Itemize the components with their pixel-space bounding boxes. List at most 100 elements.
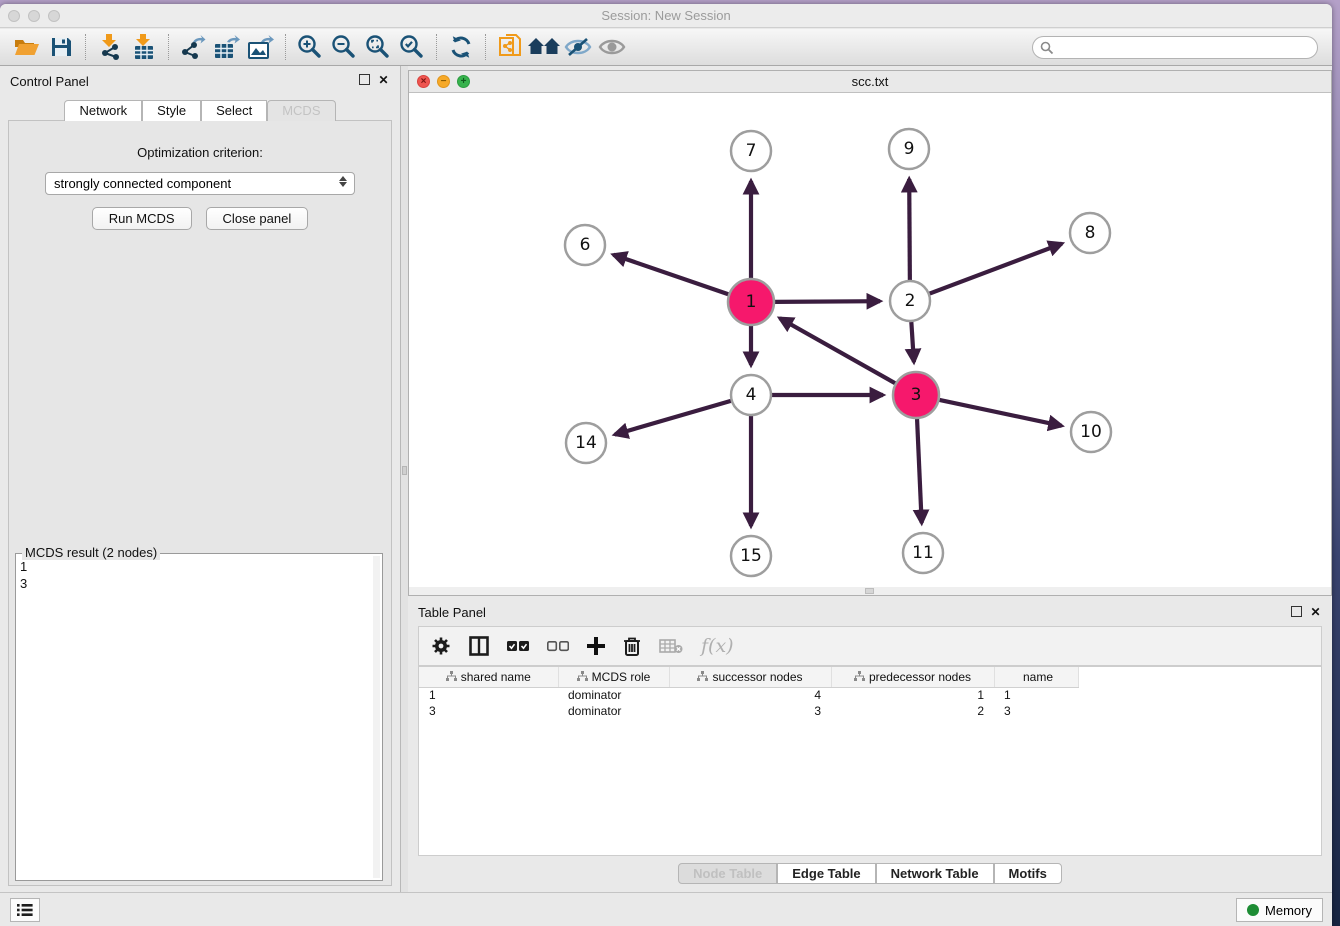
column-header-successor-nodes[interactable]: successor nodes — [669, 667, 831, 687]
graph-node-7[interactable]: 7 — [731, 131, 771, 171]
graph-node-15[interactable]: 15 — [731, 536, 771, 576]
cell-predecessor-nodes[interactable]: 2 — [831, 703, 994, 719]
column-view-icon[interactable] — [469, 636, 489, 656]
tab-motifs[interactable]: Motifs — [994, 863, 1062, 884]
show-result-icon[interactable] — [595, 32, 629, 62]
graph-node-9[interactable]: 9 — [889, 129, 929, 169]
edge-2-3[interactable] — [911, 322, 914, 362]
clone-network-icon[interactable] — [493, 32, 527, 62]
graph-node-2[interactable]: 2 — [890, 281, 930, 321]
table-panel-float-icon[interactable] — [1291, 606, 1302, 617]
edge-1-6[interactable] — [613, 255, 728, 294]
refresh-icon[interactable] — [444, 32, 478, 62]
control-panel-tabs: NetworkStyleSelectMCDS — [0, 100, 400, 121]
edge-2-9[interactable] — [909, 179, 910, 280]
svg-text:15: 15 — [740, 546, 762, 566]
cell-successor-nodes[interactable]: 4 — [669, 687, 831, 703]
mcds-home-icon[interactable] — [527, 32, 561, 62]
graph-node-14[interactable]: 14 — [566, 423, 606, 463]
column-header-predecessor-nodes[interactable]: predecessor nodes — [831, 667, 994, 687]
graph-node-11[interactable]: 11 — [903, 533, 943, 573]
splitter-handle[interactable] — [402, 466, 407, 475]
svg-text:6: 6 — [580, 235, 591, 255]
function-builder-icon[interactable]: f(x) — [701, 635, 734, 657]
settings-gear-icon[interactable] — [431, 636, 451, 656]
export-network-icon[interactable] — [176, 32, 210, 62]
cell-MCDS-role[interactable]: dominator — [558, 703, 669, 719]
graph-node-10[interactable]: 10 — [1071, 412, 1111, 452]
column-header-shared-name[interactable]: shared name — [419, 667, 558, 687]
select-all-icon[interactable] — [507, 640, 529, 652]
column-header-MCDS-role[interactable]: MCDS role — [558, 667, 669, 687]
panel-splitter[interactable] — [401, 66, 408, 896]
toolbar-separator — [285, 34, 286, 60]
tab-network-table[interactable]: Network Table — [876, 863, 994, 884]
table-row[interactable]: 3dominator323 — [419, 703, 1098, 719]
save-icon[interactable] — [44, 32, 78, 62]
control-panel-float-icon[interactable] — [359, 74, 370, 85]
cell-MCDS-role[interactable]: dominator — [558, 687, 669, 703]
zoom-selected-icon[interactable] — [395, 32, 429, 62]
control-panel-close-icon[interactable]: ✕ — [377, 74, 390, 87]
run-mcds-button[interactable]: Run MCDS — [92, 207, 192, 230]
add-column-icon[interactable] — [587, 637, 605, 655]
edge-4-14[interactable] — [615, 401, 731, 435]
svg-text:9: 9 — [904, 139, 915, 159]
task-history-button[interactable] — [10, 898, 40, 922]
cell-shared-name[interactable]: 3 — [419, 703, 558, 719]
graph-node-8[interactable]: 8 — [1070, 213, 1110, 253]
deselect-all-icon[interactable] — [547, 640, 569, 652]
export-image-icon[interactable] — [244, 32, 278, 62]
graph-node-3[interactable]: 3 — [893, 372, 939, 418]
edge-1-2[interactable] — [775, 301, 880, 302]
edge-2-8[interactable] — [930, 244, 1062, 294]
network-hscroll-handle[interactable] — [865, 588, 874, 594]
list-icon — [17, 903, 33, 917]
import-network-icon[interactable] — [93, 32, 127, 62]
window-title: Session: New Session — [0, 8, 1332, 23]
network-canvas[interactable]: 7 9 6 8 1 2 4 3 14 10 15 11 — [409, 93, 1331, 587]
cell-name[interactable]: 3 — [994, 703, 1078, 719]
cell-predecessor-nodes[interactable]: 1 — [831, 687, 994, 703]
hide-result-icon[interactable] — [561, 32, 595, 62]
cell-successor-nodes[interactable]: 3 — [669, 703, 831, 719]
tab-node-table[interactable]: Node Table — [678, 863, 777, 884]
edge-3-1[interactable] — [780, 318, 895, 383]
edge-3-10[interactable] — [939, 400, 1061, 426]
svg-text:1: 1 — [746, 292, 757, 312]
delete-column-icon[interactable] — [623, 636, 641, 656]
tab-style[interactable]: Style — [142, 100, 201, 121]
tab-select[interactable]: Select — [201, 100, 267, 121]
search-input[interactable] — [1058, 41, 1317, 55]
result-scrollbar[interactable] — [373, 556, 380, 878]
tab-edge-table[interactable]: Edge Table — [777, 863, 875, 884]
status-bar: Memory — [0, 892, 1332, 926]
graph-node-1[interactable]: 1 — [728, 279, 774, 325]
open-folder-icon[interactable] — [10, 32, 44, 62]
table-panel-close-icon[interactable]: ✕ — [1309, 606, 1322, 619]
zoom-out-icon[interactable] — [327, 32, 361, 62]
tab-network[interactable]: Network — [64, 100, 142, 121]
mcds-panel: Optimization criterion: strongly connect… — [8, 120, 392, 886]
search-box[interactable] — [1032, 36, 1318, 59]
memory-button[interactable]: Memory — [1236, 898, 1323, 922]
export-table-icon[interactable] — [210, 32, 244, 62]
zoom-fit-icon[interactable] — [361, 32, 395, 62]
memory-status-icon — [1247, 904, 1259, 916]
close-panel-button[interactable]: Close panel — [206, 207, 309, 230]
network-window-title: scc.txt — [409, 74, 1331, 89]
tab-mcds[interactable]: MCDS — [267, 100, 335, 121]
edge-3-11[interactable] — [917, 419, 922, 523]
cell-name[interactable]: 1 — [994, 687, 1078, 703]
graph-node-6[interactable]: 6 — [565, 225, 605, 265]
criterion-dropdown[interactable]: strongly connected component — [45, 172, 355, 195]
cell-shared-name[interactable]: 1 — [419, 687, 558, 703]
delete-table-icon[interactable] — [659, 638, 683, 654]
optimization-criterion-label: Optimization criterion: — [9, 145, 391, 160]
network-hscrollbar[interactable] — [409, 587, 1331, 595]
graph-node-4[interactable]: 4 — [731, 375, 771, 415]
column-header-name[interactable]: name — [994, 667, 1078, 687]
table-row[interactable]: 1dominator411 — [419, 687, 1098, 703]
zoom-in-icon[interactable] — [293, 32, 327, 62]
import-table-icon[interactable] — [127, 32, 161, 62]
